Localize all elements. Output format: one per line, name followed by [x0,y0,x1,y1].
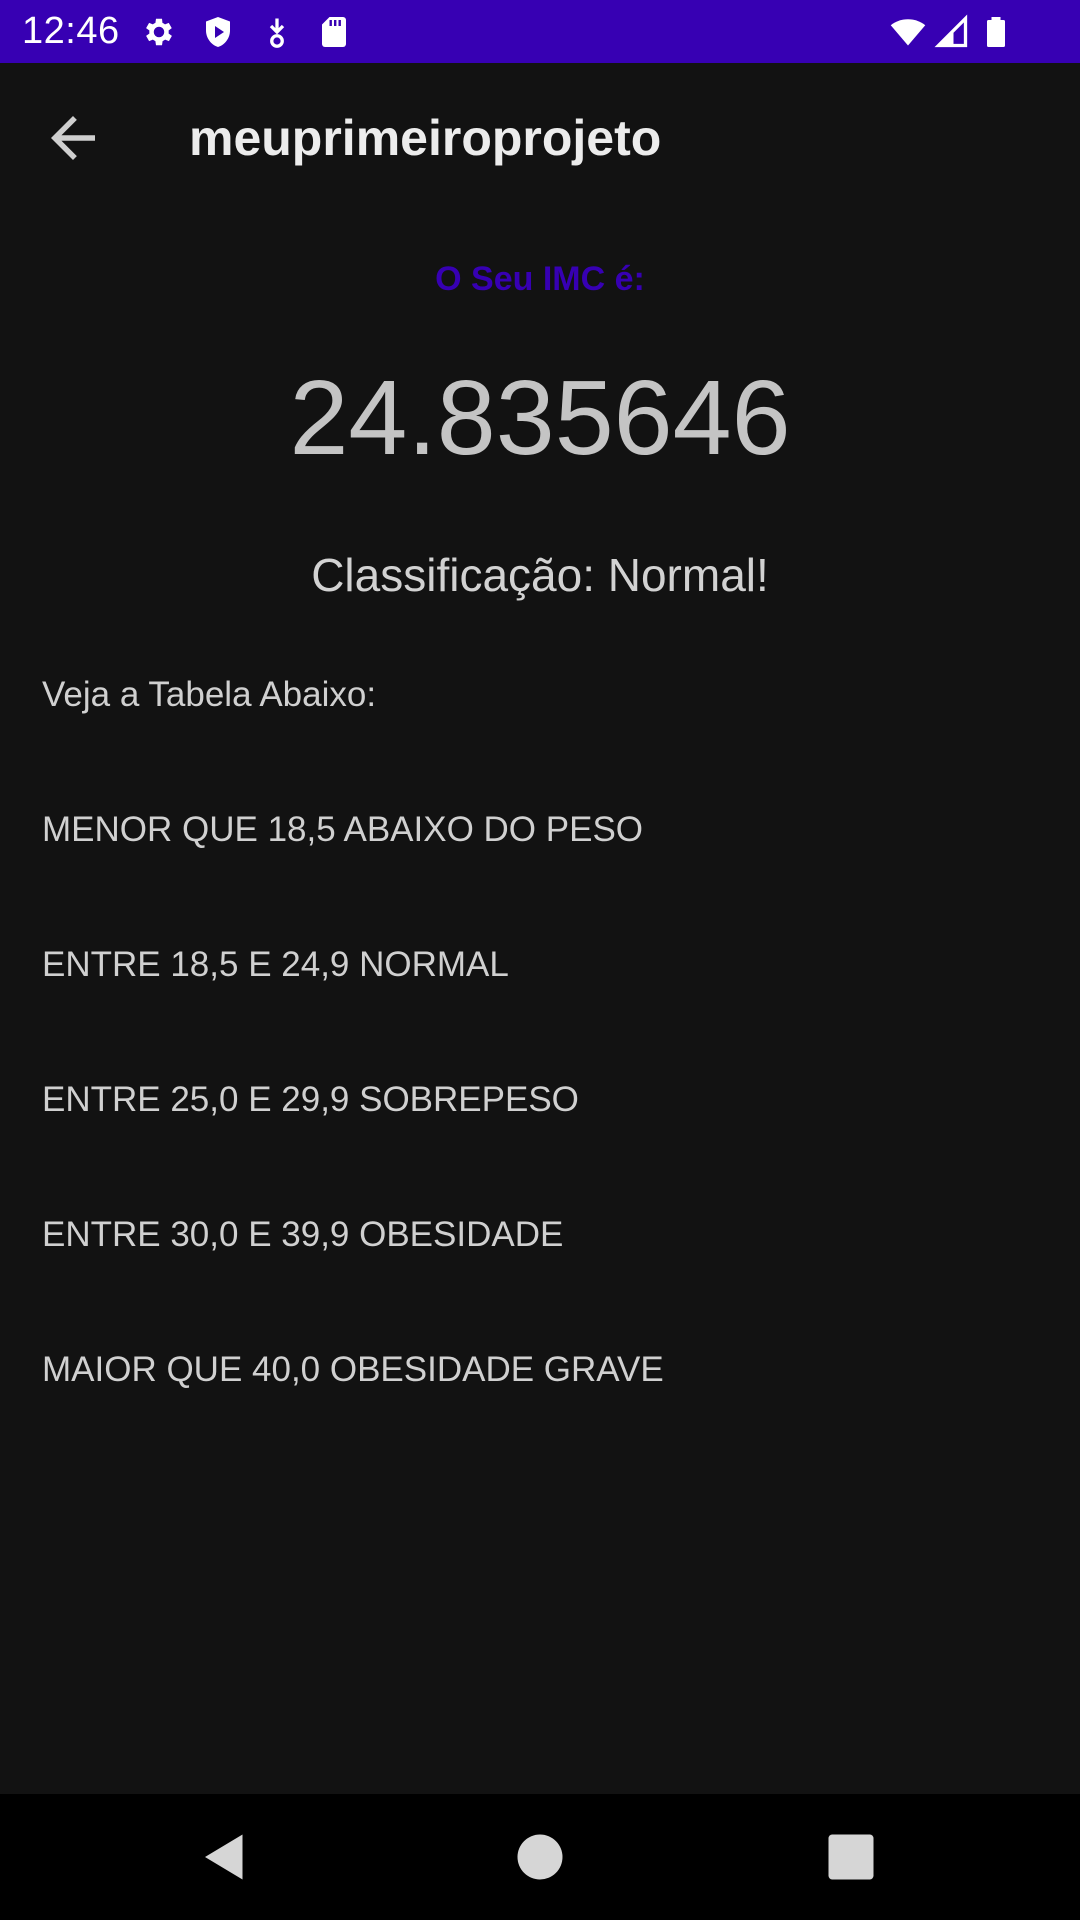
gear-icon [141,14,177,50]
download-icon [259,14,295,50]
recents-square-icon [828,1834,874,1880]
cell-signal-icon [934,14,970,50]
app-bar: meuprimeiroprojeto [0,63,1080,210]
arrow-back-icon [51,116,95,160]
screen: 12:46 meuprimeiroprojeto O Seu IMC é: 24… [0,0,1080,1920]
shield-play-icon [200,14,236,50]
imc-label: O Seu IMC é: [435,260,645,298]
nav-recents-button[interactable] [821,1827,881,1887]
nav-home-button[interactable] [510,1827,570,1887]
app-title: meuprimeiroprojeto [189,110,662,166]
imc-value: 24.835646 [289,359,791,477]
table-row-severe-obesity: MAIOR QUE 40,0 OBESIDADE GRAVE [42,1350,664,1389]
table-row-overweight: ENTRE 25,0 E 29,9 SOBREPESO [42,1080,579,1119]
wifi-icon [890,14,926,50]
table-row-obesity: ENTRE 30,0 E 39,9 OBESIDADE [42,1215,564,1254]
table-row-normal: ENTRE 18,5 E 24,9 NORMAL [42,945,509,984]
status-time: 12:46 [22,10,120,52]
home-circle-icon [517,1834,563,1880]
back-button[interactable] [40,105,106,171]
table-heading: Veja a Tabela Abaixo: [42,675,377,714]
table-row-underweight: MENOR QUE 18,5 ABAIXO DO PESO [42,810,644,849]
sd-card-icon [316,14,352,50]
nav-back-button[interactable] [195,1827,255,1887]
classification-text: Classificação: Normal! [311,549,769,601]
navigation-bar [0,1794,1080,1920]
back-triangle-icon [205,1834,243,1880]
status-bar: 12:46 [0,0,1080,63]
battery-icon [978,14,1014,50]
